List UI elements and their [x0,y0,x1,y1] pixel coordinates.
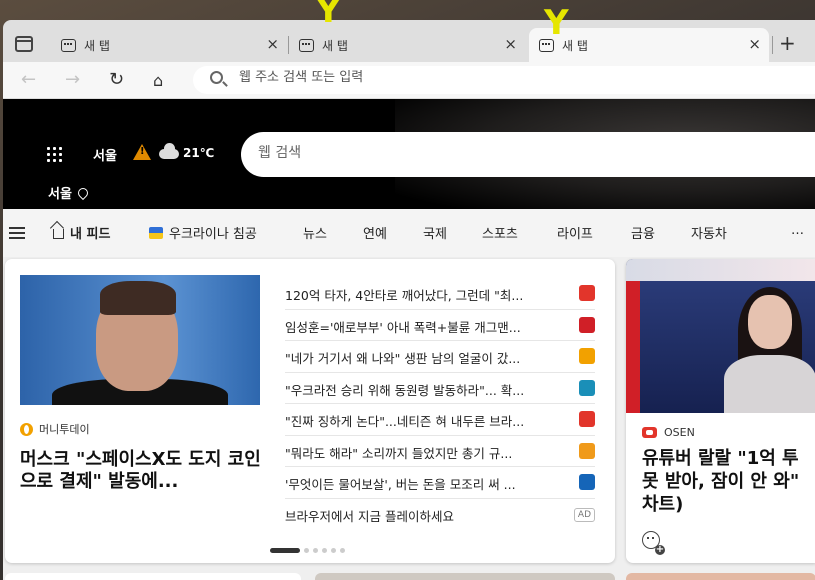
weather-alert-icon[interactable] [133,144,151,160]
side-story-card[interactable]: OSEN 유튜버 랄랄 "1억 투 못 받아, 잠이 안 와" 차트) [626,259,815,563]
moneytoday-logo-icon [20,422,33,436]
tab-title: 새 탭 [322,38,348,53]
apps-grid-icon[interactable] [47,147,63,163]
ad-list-item[interactable]: 브라우저에서 지금 플레이하세요 AD [285,499,595,531]
headline-item[interactable]: "진짜 징하게 논다"...네티즌 혀 내두른 브라... [285,404,595,436]
orange-o-logo-icon [579,348,595,364]
home-icon[interactable]: ⌂ [153,71,163,90]
headline-text: 임성훈='애로부부' 아내 폭력+불륜 개그맨... [285,319,521,335]
red-rounded-logo-icon [579,285,595,301]
carousel-dot[interactable] [340,548,345,553]
ad-badge: AD [573,507,595,522]
category-finance[interactable]: 금융 [631,223,655,242]
main-story-source: 머니투데이 [20,421,90,437]
browser-toolbar: ← → ↻ ⌂ [3,62,815,99]
category-nav: 내 피드 우크라이나 침공 뉴스 연예 국제 스포츠 라이프 금융 자동차 … [3,209,815,257]
j-logo-icon [579,411,595,427]
web-search-box[interactable] [241,132,815,177]
cursor-mark-icon: Y [544,3,569,43]
category-ukraine[interactable]: 우크라이나 침공 [149,223,257,242]
carousel-dot[interactable] [322,548,327,553]
headline-item[interactable]: 임성훈='애로부부' 아내 폭력+불륜 개그맨... [285,310,595,341]
category-life[interactable]: 라이프 [557,223,593,242]
add-reaction-icon[interactable] [642,531,665,555]
search-icon [210,71,223,84]
fn-logo-icon [579,474,595,490]
location-pin-icon [75,185,90,201]
headline-text: "진짜 징하게 논다"...네티즌 혀 내두른 브라... [285,414,525,429]
headline-item[interactable]: "네가 거기서 왜 나와" 생판 남의 얼굴이 갔... [285,341,595,373]
feed-content: 머니투데이 머스크 "스페이스X도 도지 코인으로 결제" 발동에... 120… [3,257,815,580]
weather-temperature[interactable]: 21℃ [183,146,214,160]
main-story-image[interactable] [20,275,260,405]
headline-list: 120억 타자, 4안타로 깨어났다, 그런데 "최... 임성훈='애로부부' … [285,278,595,530]
web-search-input[interactable] [258,145,778,161]
headline-text: 120억 타자, 4안타로 깨어났다, 그런데 "최... [285,288,524,303]
tab-actions-icon[interactable] [15,36,33,52]
carousel-dot[interactable] [313,548,318,553]
new-tab-favicon-icon [61,38,76,52]
headline-item[interactable]: 120억 타자, 4안타로 깨어났다, 그런데 "최... [285,278,595,310]
headline-text: '무엇이든 물어보살', 버는 돈을 모조리 써 ... [285,477,516,492]
new-tab-favicon-icon [299,38,314,52]
tab-1[interactable]: 새 탭 × [53,28,287,62]
more-categories-button[interactable]: … [791,223,804,238]
home-icon [53,229,64,239]
headline-item[interactable]: "뭐라도 해라" 소리까지 들었지만 총기 규... [285,436,595,467]
close-tab-icon[interactable]: × [748,37,761,52]
headline-item[interactable]: '무엇이든 물어보살', 버는 돈을 모조리 써 ... [285,467,595,499]
top-stories-card: 머니투데이 머스크 "스페이스X도 도지 코인으로 결제" 발동에... 120… [5,259,615,563]
tab-strip: 새 탭 × 새 탭 × 새 탭 × + [3,20,815,62]
side-story-source: OSEN [642,426,695,439]
headline-text: "뭐라도 해라" 소리까지 들었지만 총기 규... [285,445,513,461]
weather-city[interactable]: 서울 [93,145,117,164]
carousel-dot[interactable] [331,548,336,553]
osen-logo-icon [642,427,657,438]
headline-text: "우크라전 승리 위해 동원령 발동하라"... 확... [285,382,525,398]
category-sports[interactable]: 스포츠 [482,223,518,242]
menu-icon[interactable] [9,227,25,239]
tab-divider [288,36,289,54]
tab-title: 새 탭 [84,38,110,53]
side-story-image[interactable] [626,259,815,413]
carousel-dot[interactable] [304,548,309,553]
address-bar[interactable] [193,66,815,94]
category-world[interactable]: 국제 [423,223,447,242]
globe-logo-icon [579,379,595,396]
headline-text: "네가 거기서 왜 나와" 생판 남의 얼굴이 갔... [285,351,521,366]
carousel-indicator [270,548,345,553]
tab-divider [772,36,773,54]
side-story-headline[interactable]: 유튜버 랄랄 "1억 투 못 받아, 잠이 안 와" 차트) [642,447,815,516]
hero-banner: 서울 21℃ 서울 [3,99,815,209]
cursor-mark-icon: Y [316,0,341,31]
new-tab-button[interactable]: + [779,33,796,53]
headline-text: 브라우저에서 지금 플레이하세요 [285,508,454,524]
category-news[interactable]: 뉴스 [303,223,327,242]
cloud-icon [159,143,179,159]
address-input[interactable] [239,70,739,85]
tab-2[interactable]: 새 탭 × [291,28,525,62]
carousel-dot[interactable] [270,548,300,553]
category-auto[interactable]: 자동차 [691,223,727,242]
ukraine-flag-icon [149,227,163,239]
category-entertainment[interactable]: 연예 [363,223,387,242]
refresh-icon[interactable]: ↻ [109,69,124,90]
close-tab-icon[interactable]: × [504,37,517,52]
main-story-headline[interactable]: 머스크 "스페이스X도 도지 코인으로 결제" 발동에... [20,449,270,493]
red-star-logo-icon [579,316,595,333]
headline-item[interactable]: "우크라전 승리 위해 동원령 발동하라"... 확... [285,373,595,404]
close-tab-icon[interactable]: × [266,37,279,52]
category-my-feed[interactable]: 내 피드 [53,223,110,242]
next-row-cards [3,573,815,580]
location-label: 서울 [48,187,72,202]
orange-circle-logo-icon [579,442,595,459]
back-arrow-icon[interactable]: ← [21,69,36,90]
forward-arrow-icon[interactable]: → [65,69,80,90]
location-selector[interactable]: 서울 [48,183,90,202]
